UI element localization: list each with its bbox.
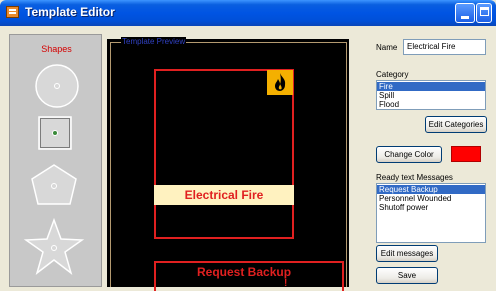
app-icon xyxy=(6,6,19,18)
minimize-button[interactable] xyxy=(455,3,475,23)
minimize-icon xyxy=(461,16,469,19)
shape-pentagon[interactable] xyxy=(31,164,77,205)
fire-badge xyxy=(267,70,293,95)
maximize-icon xyxy=(480,7,489,16)
shape-square[interactable] xyxy=(38,116,72,150)
name-field[interactable]: Electrical Fire xyxy=(403,39,486,55)
message-item[interactable]: Personnel Wounded xyxy=(377,194,485,203)
change-color-button[interactable]: Change Color xyxy=(376,146,442,163)
category-label: Category xyxy=(376,70,409,79)
message-text-line2: ! xyxy=(284,278,288,289)
shape-star[interactable] xyxy=(23,217,85,275)
category-item-flood[interactable]: Flood xyxy=(377,100,485,109)
edit-categories-button[interactable]: Edit Categories xyxy=(425,116,487,133)
window-title: Template Editor xyxy=(25,5,115,19)
sign-caption: Electrical Fire xyxy=(154,185,294,205)
message-item[interactable]: Request Backup xyxy=(377,185,485,194)
shape-circle[interactable] xyxy=(35,64,79,108)
messages-label: Ready text Messages xyxy=(376,173,453,182)
fire-icon xyxy=(275,73,286,91)
category-list[interactable]: Fire Spill Flood xyxy=(376,80,486,110)
name-label: Name xyxy=(376,43,398,52)
category-item-spill[interactable]: Spill xyxy=(377,91,485,100)
edit-messages-button[interactable]: Edit messages xyxy=(376,245,438,262)
message-text: Request Backup xyxy=(197,265,292,279)
properties-panel: Name Electrical Fire Category Fire Spill… xyxy=(372,34,496,287)
preview-label: Template Preview xyxy=(121,37,187,46)
title-bar[interactable]: Template Editor xyxy=(0,0,496,26)
message-item[interactable]: Shutoff power xyxy=(377,203,485,212)
save-button[interactable]: Save xyxy=(376,267,438,284)
shapes-panel: Shapes xyxy=(9,34,102,287)
template-editor-window: Template Editor Shapes Template Preview … xyxy=(0,0,496,291)
template-preview: Template Preview Electrical Fire Request… xyxy=(107,37,349,291)
maximize-button[interactable] xyxy=(476,3,492,23)
category-item-fire[interactable]: Fire xyxy=(377,82,485,91)
color-swatch[interactable] xyxy=(451,146,481,162)
messages-list[interactable]: Request Backup Personnel Wounded Shutoff… xyxy=(376,183,486,243)
